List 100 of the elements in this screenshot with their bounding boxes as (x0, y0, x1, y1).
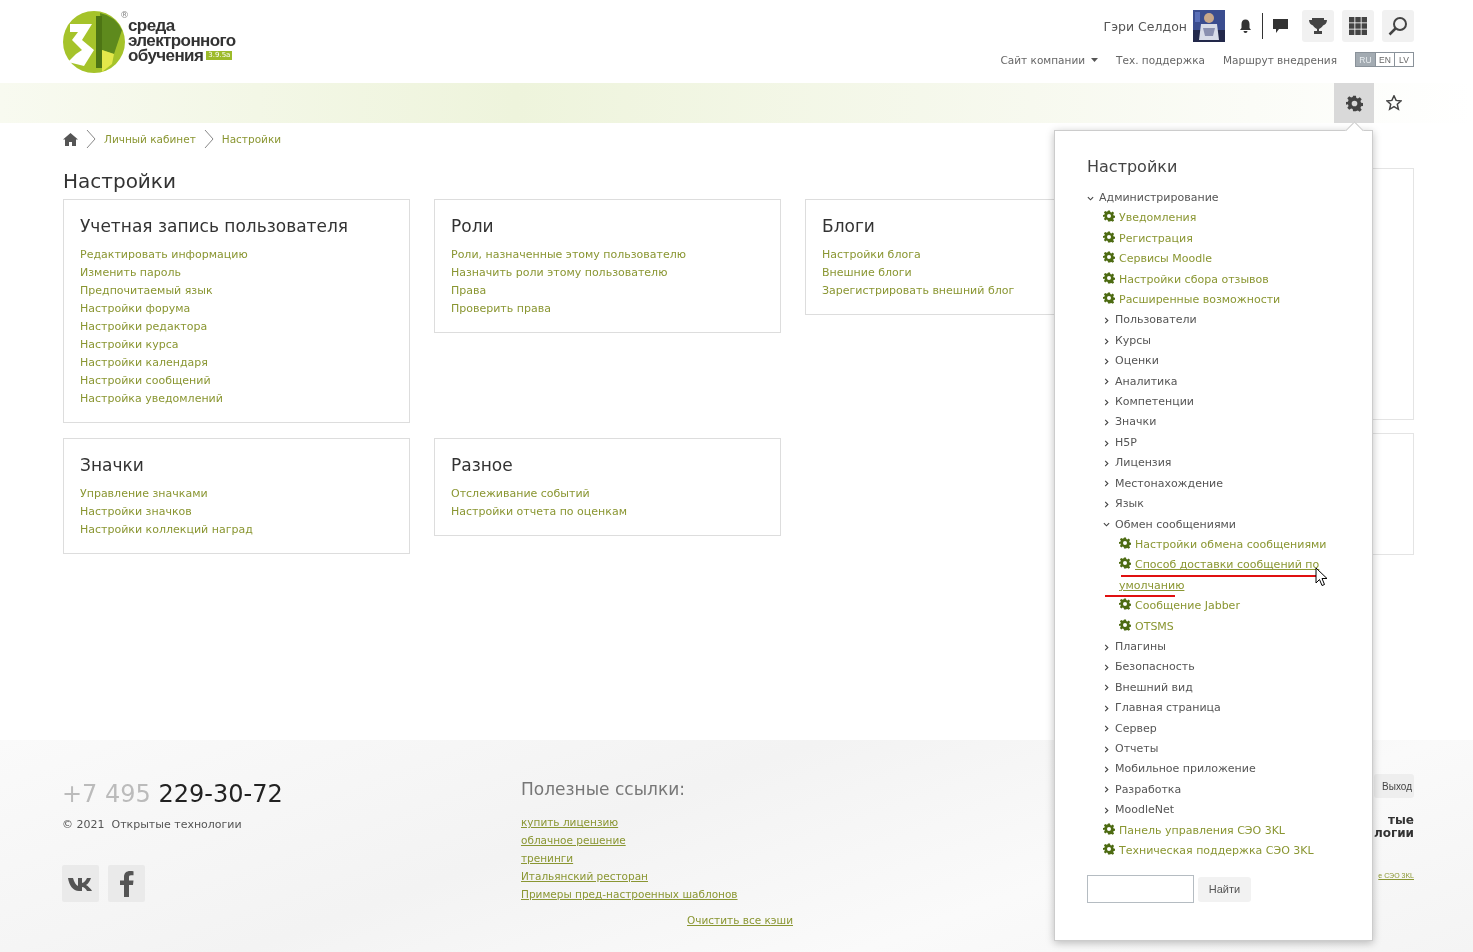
clear-cache-link[interactable]: Очистить все кэши (687, 911, 793, 929)
search-field[interactable] (1087, 875, 1194, 903)
tree-folder[interactable]: Лицензия (1103, 453, 1172, 474)
gear-icon (1119, 618, 1131, 631)
tree-folder[interactable]: Сервер (1103, 718, 1157, 739)
card-link[interactable]: Отслеживание событий (451, 485, 590, 503)
chevron-right-icon (1103, 643, 1110, 651)
find-button[interactable]: Найти (1198, 876, 1251, 902)
tree-link[interactable]: Регистрация (1103, 228, 1193, 250)
top-link[interactable]: Сайт компании (1000, 53, 1099, 66)
card-link[interactable]: Настройки сообщений (80, 372, 211, 390)
tree-folder[interactable]: Администрирование (1087, 188, 1219, 209)
annotation-underline (1105, 595, 1175, 598)
card-link[interactable]: Настройки значков (80, 503, 192, 521)
card-title: Значки (80, 455, 144, 475)
card-link[interactable]: Права (451, 282, 487, 300)
card-link[interactable]: Управление значками (80, 485, 208, 503)
facebook-icon[interactable] (108, 865, 145, 902)
tree-link[interactable]: Сервисы Moodle (1103, 249, 1213, 270)
logout-button[interactable]: Выход (1374, 774, 1414, 798)
user-name[interactable]: Гэри Селдон (1103, 18, 1187, 34)
tree-folder[interactable]: Аналитика (1103, 371, 1178, 393)
tree-link[interactable]: Настройки обмена сообщениями (1119, 534, 1327, 556)
tree-folder[interactable]: Разработка (1103, 779, 1182, 801)
tree-folder[interactable]: Пользователи (1103, 310, 1197, 331)
tree-folder[interactable]: Безопасность (1103, 657, 1195, 678)
card-link[interactable]: Настройки календаря (80, 354, 208, 372)
gear-icon (1103, 210, 1115, 223)
tree-link[interactable]: Сообщение Jabber (1119, 596, 1240, 617)
tree-folder[interactable]: Отчеты (1103, 738, 1159, 760)
tree-folder[interactable]: Курсы (1103, 330, 1152, 352)
card-link[interactable]: Настройка уведомлений (80, 390, 223, 408)
page-title: Настройки (63, 169, 177, 193)
chevron-right-icon (1103, 439, 1110, 447)
tree-folder[interactable]: Мобильное приложение (1103, 759, 1256, 780)
tree-folder[interactable]: Оценки (1103, 351, 1159, 372)
settings-icon (1345, 94, 1363, 112)
links-heading: Полезные ссылки: (521, 779, 686, 799)
home-icon[interactable] (63, 132, 78, 146)
chevron-right-icon (1103, 337, 1110, 345)
tree-link[interactable]: Панель управления СЭО 3KL (1103, 820, 1285, 841)
language-button[interactable]: RU (1356, 53, 1375, 66)
tree-folder[interactable]: Обмен сообщениями (1103, 514, 1237, 535)
card-link[interactable]: Настройки форума (80, 300, 191, 318)
tree-folder[interactable]: Компетенции (1103, 392, 1194, 413)
chevron-right-icon (1103, 378, 1110, 386)
star-icon (1386, 95, 1402, 111)
card-link[interactable]: Зарегистрировать внешний блог (822, 282, 1015, 300)
footer-link[interactable]: Примеры пред-настроенных шаблонов (521, 885, 738, 903)
card-link[interactable]: Предпочитаемый язык (80, 282, 213, 300)
card-link[interactable]: Внешние блоги (822, 264, 912, 282)
card-link[interactable]: Назначить роли этому пользователю (451, 264, 668, 282)
tree-link[interactable]: Расширенные возможности (1103, 290, 1281, 311)
card-link[interactable]: Роли, назначенные этому пользователю (451, 246, 687, 264)
card-link[interactable]: Настройки блога (822, 246, 921, 264)
tree-link[interactable]: Настройки сбора отзывов (1103, 269, 1269, 291)
chevron-right-icon (1103, 480, 1110, 488)
tree-folder[interactable]: H5P (1103, 432, 1137, 454)
card-link[interactable]: Настройки редактора (80, 318, 208, 336)
footer-link[interactable]: облачное решение (521, 831, 626, 849)
tree-link[interactable]: Способ доставки сообщений по умолчанию (1119, 555, 1352, 597)
card-link[interactable]: Настройки коллекций наград (80, 521, 253, 539)
breadcrumb-link[interactable]: Личный кабинет (104, 133, 196, 145)
card-title: Блоги (822, 216, 875, 236)
settings-button[interactable] (1334, 83, 1374, 123)
chevron-right-icon (1103, 725, 1110, 733)
apps-grid-button[interactable] (1342, 10, 1374, 42)
tree-link[interactable]: Уведомления (1103, 208, 1197, 229)
tree-folder[interactable]: MoodleNet (1103, 800, 1175, 821)
tree-folder[interactable]: Значки (1103, 412, 1157, 433)
tree-folder[interactable]: Местонахождение (1103, 473, 1223, 495)
footer-link[interactable]: купить лицензию (521, 813, 619, 831)
search-button[interactable] (1382, 10, 1414, 42)
card-link[interactable]: Настройки курса (80, 336, 179, 354)
company-name: тые (1388, 814, 1414, 827)
chevron-right-icon (1103, 460, 1110, 467)
footer-link[interactable]: тренинги (521, 849, 574, 867)
logo-text: среда (128, 18, 177, 33)
tree-folder[interactable]: Язык (1103, 494, 1144, 515)
logo-icon (62, 10, 126, 74)
tree-folder[interactable]: Внешний вид (1103, 677, 1193, 699)
tree-link[interactable]: Техническая поддержка СЭО 3KL (1103, 841, 1314, 862)
chevron-right-icon (1103, 766, 1110, 774)
card-link[interactable]: Настройки отчета по оценкам (451, 503, 627, 521)
chevron-right-icon (1103, 664, 1110, 672)
tree-folder[interactable]: Главная страница (1103, 698, 1221, 719)
tree-link[interactable]: OTSMS (1119, 616, 1174, 637)
language-button[interactable]: EN (1375, 53, 1394, 66)
breadcrumb-link[interactable]: Настройки (221, 133, 282, 145)
top-link[interactable]: Тех. поддержка (1116, 53, 1205, 66)
vk-icon[interactable] (62, 865, 99, 902)
tree-folder[interactable]: Плагины (1103, 636, 1166, 658)
top-link[interactable]: Маршрут внедрения (1223, 53, 1337, 66)
card-link[interactable]: Изменить пароль (80, 264, 182, 282)
cursor-icon (1315, 567, 1328, 587)
search-icon (1388, 16, 1408, 36)
footer-link[interactable]: Итальянский ресторан (521, 867, 648, 885)
card-link[interactable]: Проверить права (451, 300, 551, 318)
card-link[interactable]: Редактировать информацию (80, 246, 248, 264)
trophy-button[interactable] (1302, 10, 1334, 42)
